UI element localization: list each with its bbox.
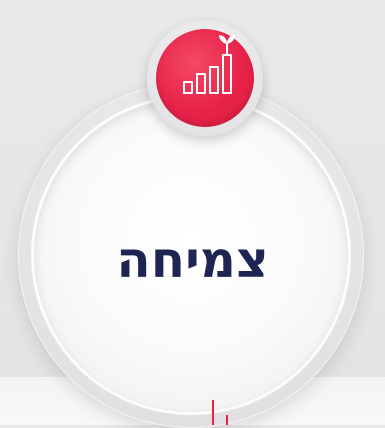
connector-mark	[226, 415, 228, 425]
growth-title: צמיחה	[116, 231, 269, 289]
growth-chart-icon	[183, 35, 235, 94]
connector-line	[212, 400, 214, 425]
